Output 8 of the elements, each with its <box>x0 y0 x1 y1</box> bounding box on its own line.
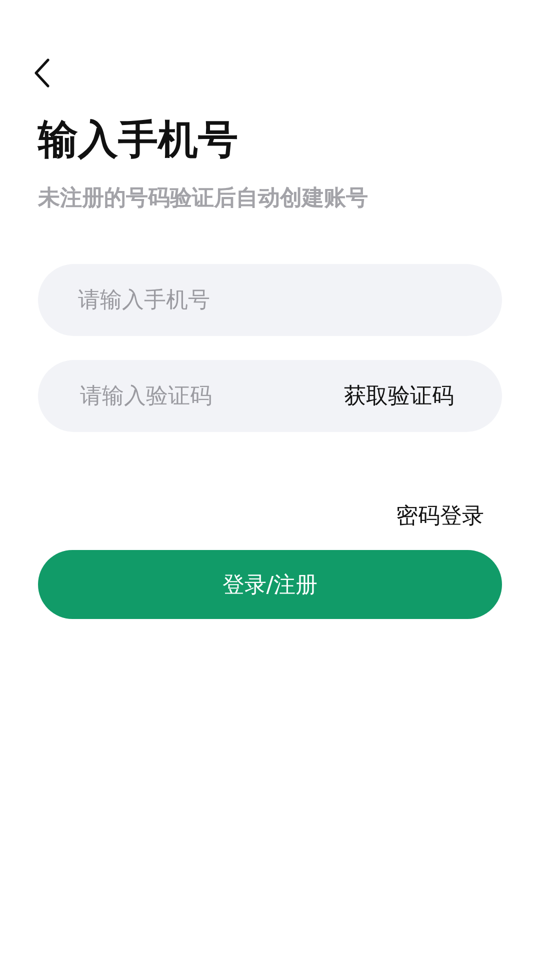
login-register-button[interactable]: 登录/注册 <box>38 550 502 619</box>
code-input-field[interactable]: 请输入验证码 <box>78 382 344 410</box>
password-login-link[interactable]: 密码登录 <box>396 502 484 532</box>
page-subtitle: 未注册的号码验证后自动创建账号 <box>38 185 369 213</box>
phone-input-field[interactable]: 请输入手机号 <box>38 264 502 336</box>
page-title: 输入手机号 <box>38 116 239 164</box>
get-code-button[interactable]: 获取验证码 <box>344 381 454 411</box>
back-icon <box>34 58 50 88</box>
